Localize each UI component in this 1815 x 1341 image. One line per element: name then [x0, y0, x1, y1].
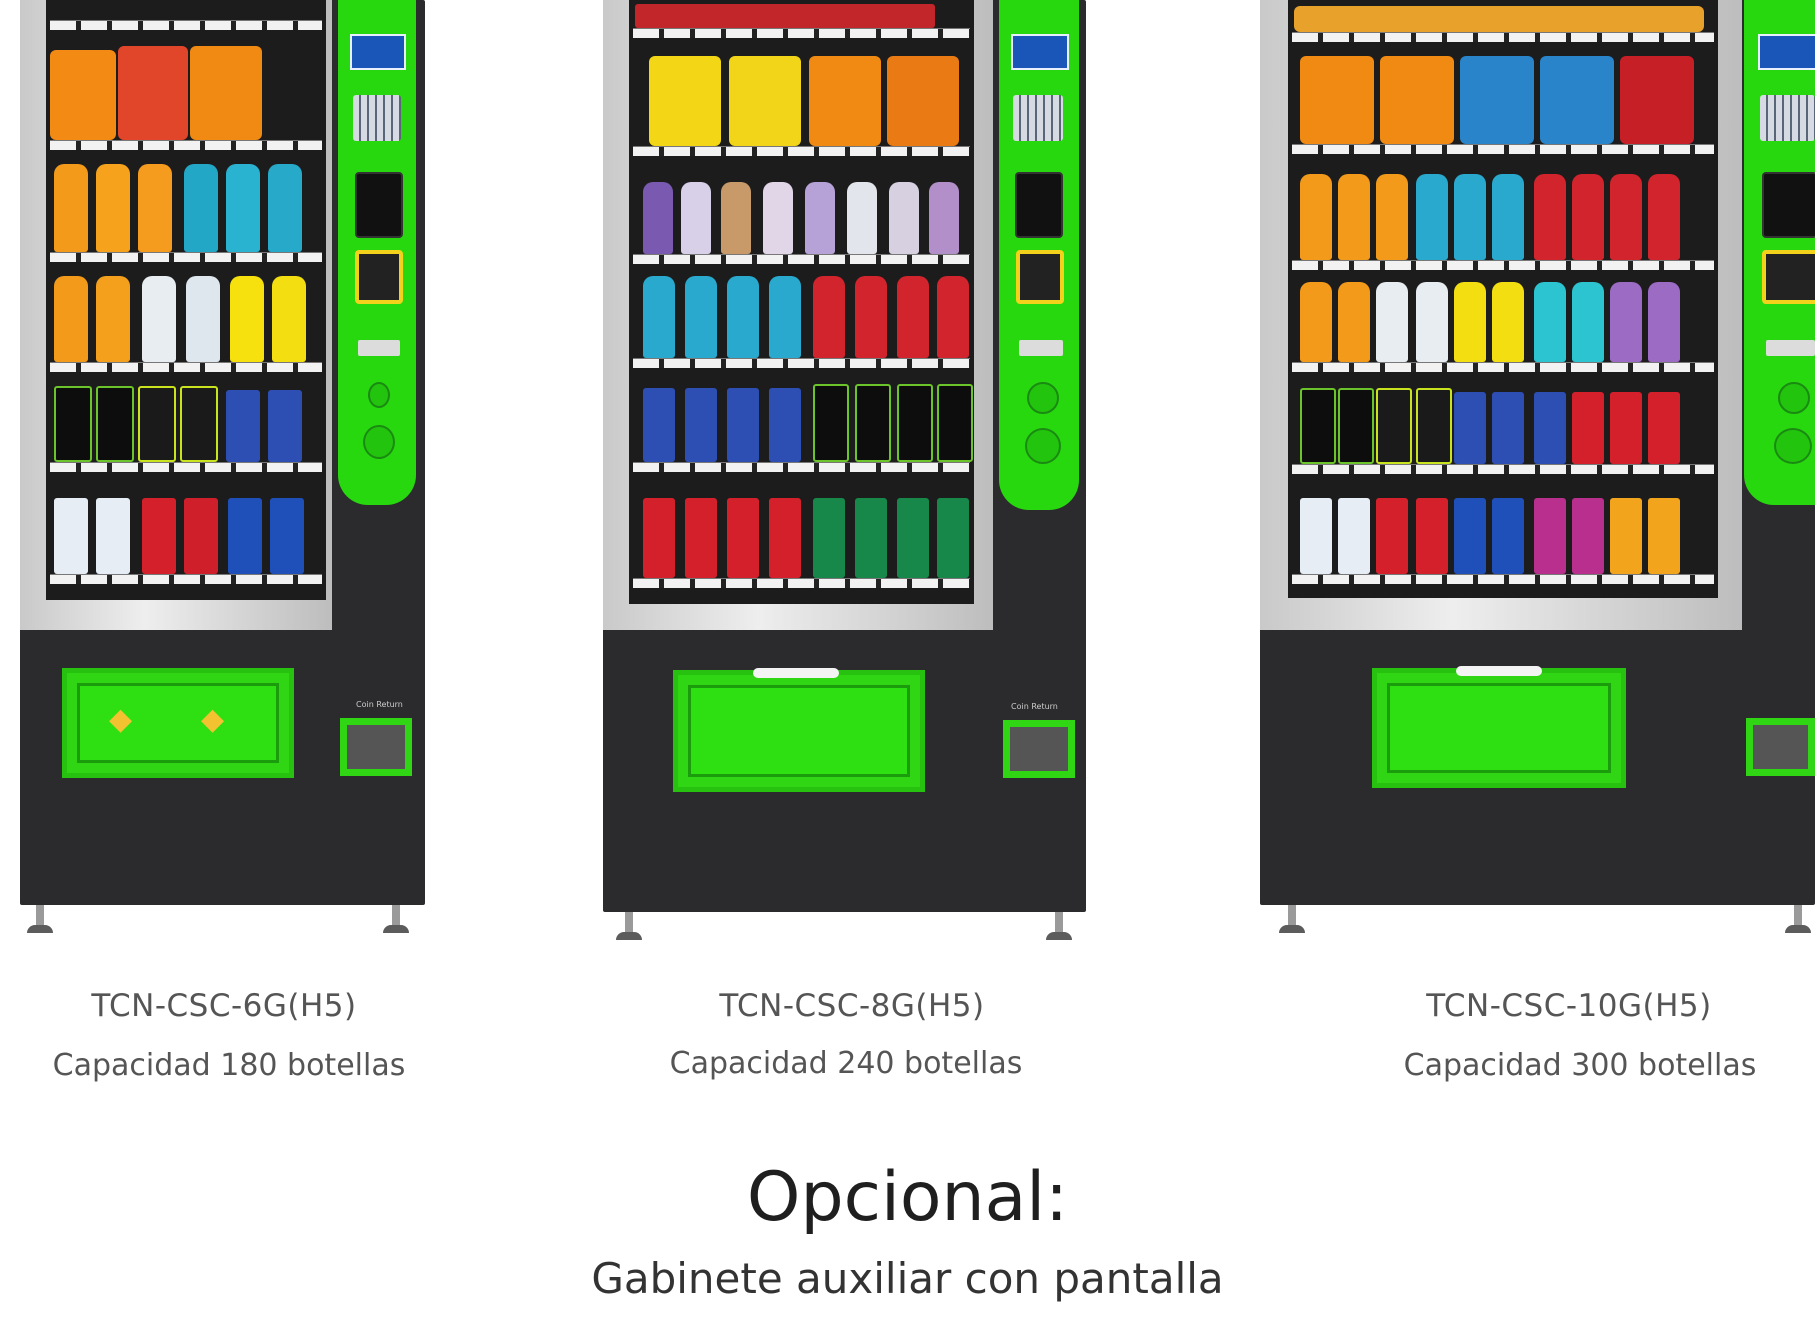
return-button[interactable] [368, 382, 390, 408]
card-reader[interactable] [355, 250, 403, 304]
change-return-label: Coin Return [356, 700, 403, 709]
shelf [1288, 270, 1718, 372]
change-return[interactable] [1003, 720, 1075, 778]
display-screen[interactable] [1758, 34, 1815, 70]
shelf [629, 368, 974, 472]
shelf [46, 262, 326, 372]
coin-button[interactable] [1025, 428, 1061, 464]
shelf [1288, 0, 1718, 42]
model-name: TCN-CSC-6G(H5) [91, 988, 357, 1024]
return-button[interactable] [1778, 382, 1810, 414]
shelf [46, 150, 326, 262]
vending-machine-8g: Coin Return [603, 0, 1086, 960]
arrow-down-icon: ◆ [109, 702, 133, 737]
display-screen[interactable] [350, 34, 406, 70]
model-name: TCN-CSC-10G(H5) [1426, 988, 1712, 1024]
coin-button[interactable] [1774, 428, 1812, 464]
pickup-door[interactable] [1372, 668, 1626, 788]
shelf [629, 264, 974, 368]
change-return[interactable] [1746, 718, 1815, 776]
keypad[interactable] [1013, 95, 1063, 141]
shelf [629, 472, 974, 588]
bill-acceptor[interactable] [1762, 172, 1815, 238]
capacity-text: Capacidad 180 botellas [52, 1048, 406, 1083]
display-screen[interactable] [1011, 34, 1069, 70]
model-name: TCN-CSC-8G(H5) [719, 988, 985, 1024]
capacity-text: Capacidad 300 botellas [1403, 1048, 1757, 1083]
shelf [1288, 154, 1718, 270]
product-window [1288, 0, 1718, 598]
coin-button[interactable] [363, 425, 395, 459]
product-window [629, 0, 974, 604]
coin-slot[interactable] [1766, 340, 1815, 356]
shelf [629, 156, 974, 264]
shelf [46, 472, 326, 584]
optional-heading: Opcional: [746, 1158, 1069, 1237]
shelf [1288, 372, 1718, 474]
shelf [629, 0, 974, 38]
vending-machine-10g [1260, 0, 1815, 960]
coin-slot[interactable] [1019, 340, 1063, 356]
card-reader[interactable] [1762, 250, 1815, 304]
pickup-door[interactable] [673, 670, 925, 792]
return-button[interactable] [1027, 382, 1059, 414]
change-return-label: Coin Return [1011, 702, 1058, 711]
product-window [46, 0, 326, 600]
bill-acceptor[interactable] [355, 172, 403, 238]
change-return[interactable] [340, 718, 412, 776]
vending-machine-6g: ◆ ◆ Coin Return [20, 0, 425, 960]
keypad[interactable] [1760, 95, 1815, 141]
pickup-door-handle[interactable] [753, 668, 839, 678]
bill-acceptor[interactable] [1015, 172, 1063, 238]
coin-slot[interactable] [358, 340, 400, 356]
shelf [46, 30, 326, 150]
capacity-text: Capacidad 240 botellas [669, 1046, 1023, 1081]
pickup-door[interactable]: ◆ ◆ [62, 668, 294, 778]
optional-subtitle: Gabinete auxiliar con pantalla [591, 1254, 1224, 1303]
keypad[interactable] [353, 95, 401, 141]
card-reader[interactable] [1016, 250, 1064, 304]
shelf [46, 372, 326, 472]
arrow-down-icon: ◆ [201, 702, 225, 737]
shelf [46, 0, 326, 30]
pickup-door-handle[interactable] [1456, 666, 1542, 676]
shelf [1288, 42, 1718, 154]
shelf [629, 38, 974, 156]
shelf [1288, 474, 1718, 584]
